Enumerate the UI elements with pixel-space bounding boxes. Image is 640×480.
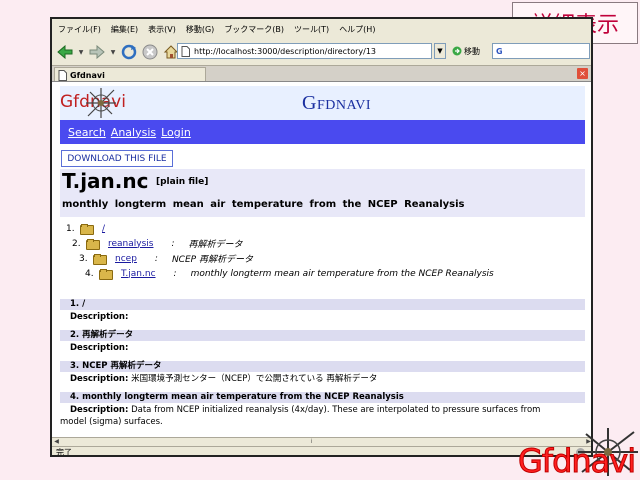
reload-icon: [121, 44, 137, 60]
go-button[interactable]: 移動: [452, 44, 480, 58]
section-heading: 3. NCEP 再解析データ: [60, 361, 585, 372]
tree-link-ncep[interactable]: ncep: [115, 254, 137, 264]
address-bar[interactable]: http://localhost:3000/description/direct…: [177, 43, 432, 59]
back-dropdown-icon[interactable]: ▼: [77, 49, 85, 56]
reload-button[interactable]: [120, 43, 138, 61]
tree-item: 3. ncep : NCEP 再解析データ: [79, 251, 253, 266]
menu-view[interactable]: 表示(V): [148, 24, 176, 35]
compass-logo-icon: [86, 88, 116, 118]
tree-link-root[interactable]: /: [102, 224, 105, 234]
description-label: Description:: [70, 312, 129, 322]
site-title: Gfdnavi: [302, 92, 372, 114]
browser-window: ファイル(F) 編集(E) 表示(V) 移動(G) ブックマーク(B) ツール(…: [50, 17, 593, 457]
section-heading: 2. 再解析データ: [60, 330, 585, 341]
tree-desc: 再解析データ: [188, 240, 243, 250]
nav-toolbar: ▼ ▼ http://localhost:3000/description/di…: [52, 41, 591, 63]
menu-go[interactable]: 移動(G): [186, 24, 214, 35]
site-navbar: Search Analysis Login: [60, 120, 585, 144]
section-body: Description: 米国環境予測センター（NCEP）で公開されている 再解…: [70, 373, 580, 385]
page-icon: [58, 69, 67, 81]
description-label: Description:: [70, 374, 129, 384]
description-text: 米国環境予測センター（NCEP）で公開されている 再解析データ: [131, 374, 378, 384]
site-header: Gfdnavi Gfdnavi: [60, 86, 585, 120]
description-label: Description:: [70, 405, 129, 415]
nav-search-link[interactable]: Search: [68, 126, 106, 139]
page-icon: [181, 45, 190, 57]
status-text: 完了: [56, 448, 72, 457]
tree-link-reanalysis[interactable]: reanalysis: [108, 239, 153, 249]
section-heading: 1. /: [60, 299, 585, 310]
file-header: T.jan.nc [plain file] monthly longterm m…: [60, 169, 585, 217]
section-body: Description:: [70, 342, 580, 354]
horizontal-scrollbar[interactable]: ◀ ⁞ ▶: [52, 437, 591, 446]
folder-icon: [99, 269, 113, 280]
stop-button[interactable]: [141, 43, 159, 61]
tree-num: 3.: [79, 253, 88, 264]
description-text: Data from NCEP initialized reanalysis (4…: [60, 405, 541, 427]
search-engine-icon: G: [496, 46, 503, 56]
section-body: Description:: [70, 311, 580, 323]
forward-arrow-icon: [89, 45, 105, 59]
tab-gfdnavi[interactable]: Gfdnavi: [54, 67, 206, 82]
section-heading: 4. monthly longterm mean air temperature…: [60, 392, 585, 403]
nav-analysis-link[interactable]: Analysis: [111, 126, 156, 139]
tree-desc: monthly longterm mean air temperature fr…: [190, 268, 494, 279]
menu-tools[interactable]: ツール(T): [294, 24, 329, 35]
close-tab-icon[interactable]: ×: [577, 68, 588, 79]
file-description: monthly longterm mean air temperature fr…: [62, 199, 465, 210]
menu-file[interactable]: ファイル(F): [58, 24, 101, 35]
address-dropdown-icon[interactable]: ▼: [434, 43, 446, 59]
search-input[interactable]: G: [492, 43, 590, 59]
folder-icon: [86, 239, 100, 250]
url-text[interactable]: http://localhost:3000/description/direct…: [194, 47, 376, 56]
menu-bar: ファイル(F) 編集(E) 表示(V) 移動(G) ブックマーク(B) ツール(…: [52, 19, 591, 39]
tree-num: 1.: [66, 223, 75, 234]
status-bar: 完了: [52, 446, 591, 457]
tab-bar: Gfdnavi ×: [52, 65, 591, 82]
tree-num: 4.: [85, 268, 94, 279]
tree-sep: :: [154, 253, 158, 264]
corner-logo-text: Gfdnavi: [517, 442, 636, 480]
folder-icon: [80, 224, 94, 235]
tree-item: 4. T.jan.nc : monthly longterm mean air …: [85, 266, 494, 281]
folder-icon: [93, 254, 107, 265]
download-button[interactable]: DOWNLOAD THIS FILE: [61, 150, 173, 167]
tab-label: Gfdnavi: [70, 70, 105, 80]
tree-sep: :: [173, 268, 177, 279]
menu-edit[interactable]: 編集(E): [111, 24, 138, 35]
description-label: Description:: [70, 343, 129, 353]
tree-item: 2. reanalysis : 再解析データ: [72, 236, 243, 251]
back-button[interactable]: [56, 43, 74, 61]
tree-link-tjan[interactable]: T.jan.nc: [121, 269, 156, 279]
tree-sep: :: [171, 238, 175, 249]
forward-button[interactable]: [88, 43, 106, 61]
page-viewport: Gfdnavi Gfdnavi Search Analysis Login DO…: [52, 81, 591, 437]
back-arrow-icon: [57, 45, 73, 59]
tree-num: 2.: [72, 238, 81, 249]
scroll-left-icon[interactable]: ◀: [52, 438, 61, 446]
tree-desc: NCEP 再解析データ: [171, 255, 253, 265]
go-label: 移動: [464, 46, 480, 56]
corner-logo: Gfdnavi: [516, 428, 640, 480]
stop-icon: [142, 44, 158, 60]
menu-help[interactable]: ヘルプ(H): [339, 24, 375, 35]
tree-item: 1. /: [66, 221, 105, 236]
forward-dropdown-icon[interactable]: ▼: [109, 49, 117, 56]
menu-bookmarks[interactable]: ブックマーク(B): [224, 24, 284, 35]
go-arrow-icon: [452, 46, 462, 56]
file-name: T.jan.nc: [62, 169, 149, 193]
scroll-thumb-grip-icon[interactable]: ⁞: [307, 438, 316, 446]
section-body: Description: Data from NCEP initialized …: [60, 404, 560, 428]
nav-login-link[interactable]: Login: [161, 126, 191, 139]
file-type: [plain file]: [156, 177, 209, 187]
